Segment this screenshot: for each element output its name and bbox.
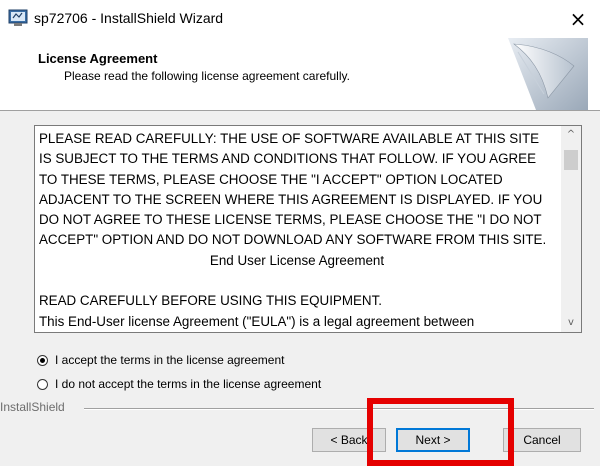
license-paragraph: PLEASE READ CAREFULLY: THE USE OF SOFTWA… <box>39 131 547 248</box>
page-title: License Agreement <box>38 51 158 66</box>
accept-option[interactable]: I accept the terms in the license agreem… <box>37 351 284 369</box>
accept-label: I accept the terms in the license agreem… <box>55 353 285 367</box>
page-curl-graphic <box>508 38 588 110</box>
window-title: sp72706 - InstallShield Wizard <box>34 10 224 26</box>
page-subtitle: Please read the following license agreem… <box>64 69 350 83</box>
next-button[interactable]: Next > <box>396 428 470 452</box>
scroll-down-arrow-icon[interactable]: v <box>561 314 581 332</box>
installer-app-icon <box>8 9 28 26</box>
license-heading: End User License Agreement <box>209 252 385 268</box>
decline-radio[interactable] <box>37 378 48 390</box>
wizard-body: PLEASE READ CAREFULLY: THE USE OF SOFTWA… <box>0 111 600 466</box>
license-paragraph: READ CAREFULLY BEFORE USING THIS EQUIPME… <box>39 293 383 309</box>
license-text: PLEASE READ CAREFULLY: THE USE OF SOFTWA… <box>39 129 555 332</box>
decline-option[interactable]: I do not accept the terms in the license… <box>37 375 321 393</box>
vertical-scrollbar[interactable]: ^ v <box>561 126 581 332</box>
decline-label: I do not accept the terms in the license… <box>55 377 322 391</box>
accept-radio[interactable] <box>37 354 48 366</box>
license-text-box[interactable]: PLEASE READ CAREFULLY: THE USE OF SOFTWA… <box>34 125 582 333</box>
close-button[interactable]: × <box>556 0 600 38</box>
footer-separator <box>84 408 594 410</box>
title-bar: sp72706 - InstallShield Wizard × <box>0 0 600 38</box>
license-paragraph: This End-User license Agreement ("EULA")… <box>39 313 475 329</box>
wizard-header: License Agreement Please read the follow… <box>0 38 600 110</box>
installshield-brand: InstallShield <box>0 400 69 414</box>
back-button[interactable]: < Back <box>312 428 386 452</box>
scroll-up-arrow-icon[interactable]: ^ <box>561 126 581 144</box>
scroll-thumb[interactable] <box>564 150 578 170</box>
cancel-button[interactable]: Cancel <box>503 428 581 452</box>
